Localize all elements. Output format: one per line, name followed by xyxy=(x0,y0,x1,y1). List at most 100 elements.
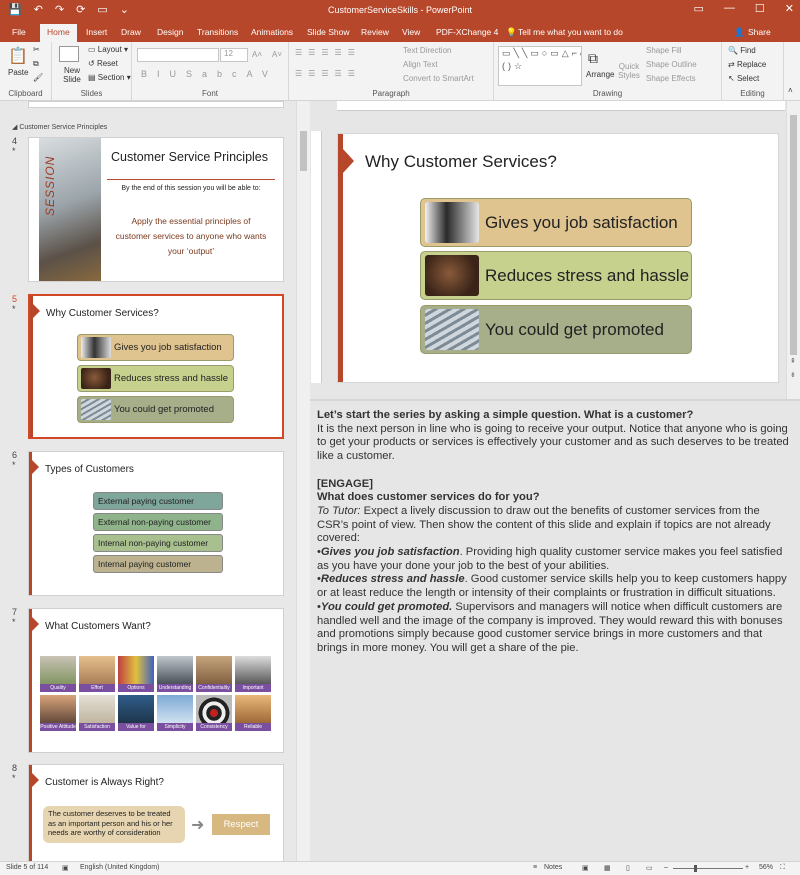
stressed-woman-photo xyxy=(81,368,111,389)
want-tile: Simplicity xyxy=(157,695,193,731)
tab-design[interactable]: Design xyxy=(157,27,183,37)
item-label: Gives you job satisfaction xyxy=(485,212,678,232)
thumbnail-slide-4[interactable]: SESSION Customer Service Principles By t… xyxy=(28,137,284,282)
zoom-out-button[interactable]: – xyxy=(664,864,668,871)
slide-intro: By the end of this session you will be a… xyxy=(121,185,261,192)
notes-pane[interactable]: Let’s start the series by asking a simpl… xyxy=(310,399,800,861)
tile-label: Value for Money xyxy=(118,723,154,738)
tab-animations[interactable]: Animations xyxy=(251,27,293,37)
quick-styles-button[interactable]: Quick Styles xyxy=(617,62,641,80)
tab-transitions[interactable]: Transitions xyxy=(197,27,238,37)
shape-effects-button[interactable]: Shape Effects xyxy=(646,74,696,83)
shapes-gallery[interactable]: ▭╲╲▭○▭△⌐⌐⇨⇩⊡☆☐△▭⌐{}()☆ xyxy=(498,46,582,86)
tab-pdf-xchange[interactable]: PDF-XChange 4 xyxy=(436,27,498,37)
tab-insert[interactable]: Insert xyxy=(86,27,107,37)
list-item[interactable]: Reduces stress and hassle xyxy=(420,251,692,300)
select-button[interactable]: ↖ Select xyxy=(728,74,759,83)
thumbnail-partial-slide3[interactable] xyxy=(28,101,284,108)
find-button[interactable]: 🔍 Find xyxy=(728,46,756,55)
want-tile: Effort xyxy=(79,656,115,692)
slide-body: Apply the essential principles of custom… xyxy=(115,216,267,256)
notes-button[interactable]: Notes xyxy=(544,864,562,871)
minimize-icon[interactable]: — xyxy=(724,2,735,15)
scrollbar-thumb[interactable] xyxy=(790,115,797,355)
tab-slide-show[interactable]: Slide Show xyxy=(307,27,350,37)
thumbnail-slide-6[interactable]: Types of Customers External paying custo… xyxy=(28,451,284,596)
tell-me-search[interactable]: Tell me what you want to do xyxy=(518,27,623,37)
copy-icon[interactable]: ⧉ xyxy=(33,59,39,69)
next-slide-icon[interactable]: ⇟ xyxy=(790,371,796,379)
zoom-slider[interactable] xyxy=(673,868,743,869)
reset-button[interactable]: ↺ Reset xyxy=(88,59,118,68)
title-underline xyxy=(107,179,275,180)
tile-label: Consistency xyxy=(196,723,232,731)
thumbnail-slide-8[interactable]: Customer is Always Right? The customer d… xyxy=(28,764,284,861)
arrange-button[interactable]: Arrange xyxy=(586,70,614,79)
list-item[interactable]: Gives you job satisfaction xyxy=(420,198,692,247)
woman-phone-photo xyxy=(81,337,111,358)
section-header[interactable]: ◢ Customer Service Principles xyxy=(12,123,107,131)
scrollbar-thumb[interactable] xyxy=(300,131,307,171)
shape-outline-button[interactable]: Shape Outline xyxy=(646,60,697,69)
layout-label: Layout xyxy=(97,45,122,54)
prev-slide-icon[interactable]: ⇞ xyxy=(790,357,796,365)
share-button[interactable]: Share xyxy=(748,27,771,37)
close-icon[interactable]: ✕ xyxy=(785,2,794,15)
normal-view-icon[interactable]: ▣ xyxy=(582,864,589,872)
thumbnail-scrollbar[interactable] xyxy=(296,101,310,861)
shape-fill-button[interactable]: Shape Fill xyxy=(646,46,682,55)
ribbon-display-icon[interactable]: ▭ xyxy=(694,2,704,15)
layout-button[interactable]: ▭ Layout ▾ xyxy=(88,45,128,54)
collapse-ribbon-icon[interactable]: ˄ xyxy=(788,86,793,95)
ribbon-tabs: File Home Insert Draw Design Transitions… xyxy=(0,22,800,42)
main-slide-title[interactable]: Why Customer Services? xyxy=(365,152,557,172)
paste-button[interactable]: Paste xyxy=(8,68,28,77)
replace-label: Replace xyxy=(736,60,767,69)
main-slide[interactable]: Why Customer Services? Gives you job sat… xyxy=(337,133,779,383)
tab-review[interactable]: Review xyxy=(361,27,389,37)
section-button[interactable]: ▤ Section ▾ xyxy=(88,73,131,82)
align-icons[interactable]: ☰☰☰☰☰ xyxy=(295,69,361,78)
tab-home[interactable]: Home xyxy=(40,24,77,42)
tab-draw[interactable]: Draw xyxy=(121,27,141,37)
language[interactable]: English (United Kingdom) xyxy=(80,864,159,871)
tile-label: Understanding xyxy=(157,684,193,692)
section-label: Section xyxy=(97,73,125,82)
slideshow-icon[interactable]: ▭ xyxy=(646,864,653,872)
zoom-in-button[interactable]: + xyxy=(745,864,749,871)
zoom-level[interactable]: 56% xyxy=(759,864,773,871)
want-tile: Options xyxy=(118,656,154,692)
fit-to-window-icon[interactable]: ⛶ xyxy=(780,864,785,872)
cut-icon[interactable]: ✂ xyxy=(33,45,40,54)
list-icons[interactable]: ☰☰☰☰☰ xyxy=(295,48,361,57)
text-direction-button[interactable]: Text Direction xyxy=(403,46,451,55)
font-size-field[interactable]: 12 xyxy=(220,48,248,62)
tab-view[interactable]: View xyxy=(402,27,420,37)
escalator-photo xyxy=(81,399,111,420)
list-item[interactable]: You could get promoted xyxy=(420,305,692,354)
notes-icon: ≡ xyxy=(533,864,538,871)
slide-sorter-icon[interactable]: ▦ xyxy=(604,864,611,872)
slide-scrollbar[interactable]: ⇞ ⇟ xyxy=(786,101,800,399)
thumbnail-slide-7[interactable]: What Customers Want? Quality Effort Opti… xyxy=(28,608,284,753)
spellcheck-icon[interactable]: ▣ xyxy=(62,864,69,872)
zoom-slider-thumb[interactable] xyxy=(694,865,697,872)
tab-file[interactable]: File xyxy=(12,27,26,37)
animation-star-icon: * xyxy=(12,146,16,156)
font-name-field[interactable] xyxy=(137,48,219,62)
new-slide-button[interactable]: New Slide xyxy=(58,66,86,84)
align-text-button[interactable]: Align Text xyxy=(403,60,438,69)
grow-font-icon[interactable]: A˄ xyxy=(252,50,262,59)
clipboard-label: Clipboard xyxy=(8,89,43,98)
arrange-icon: ⧉ xyxy=(588,50,598,66)
replace-button[interactable]: ⇄ Replace xyxy=(728,60,766,69)
maximize-icon[interactable]: ☐ xyxy=(755,2,765,15)
customer-type-bar: External paying customer xyxy=(93,492,223,510)
convert-smartart-button[interactable]: Convert to SmartArt xyxy=(403,74,474,83)
tile-label: Satisfaction xyxy=(79,723,115,731)
thumbnail-slide-5[interactable]: Why Customer Services? Gives you job sat… xyxy=(28,294,284,439)
format-painter-icon[interactable]: 🖌 xyxy=(33,73,43,82)
reading-view-icon[interactable]: ▯ xyxy=(626,864,630,872)
shrink-font-icon[interactable]: A˅ xyxy=(272,50,282,59)
font-format-icons[interactable]: BIUSabcAV xyxy=(141,69,278,79)
